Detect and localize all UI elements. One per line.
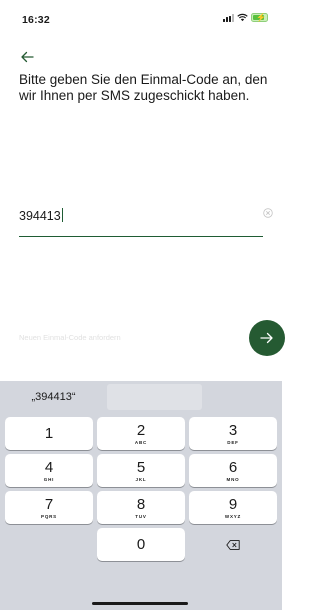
home-indicator [92,602,188,605]
status-icons: ⚡ [223,13,268,22]
backspace-icon [226,539,240,550]
status-bar: 16:32 ⚡ [0,0,282,34]
key-digit: 3 [228,421,238,439]
key-letters: TUV [135,513,147,519]
key-digit: 7 [44,495,54,513]
resend-code-link[interactable]: Neuen Einmal-Code anfordern [19,333,121,342]
arrow-right-icon [260,332,273,344]
instruction-text: Bitte geben Sie den Einmal-Code an, den … [19,72,268,103]
wifi-icon [237,13,248,22]
key-letters: ABC [134,439,148,445]
key-letters: PQRS [41,513,57,519]
key-digit: 2 [136,421,146,439]
key-digit: 9 [228,495,238,513]
key-digit: 6 [228,458,238,476]
key-digit: 4 [44,458,54,476]
key-letters: GHI [43,476,55,482]
key-digit: 8 [136,495,146,513]
key-letters: WXYZ [224,513,242,519]
numeric-keyboard: „394413“ 1 2 ABC 3 DEF 4 GHI 5 JKL 6 MNO… [0,381,282,610]
submit-button[interactable] [249,320,285,356]
key-digit: 5 [136,458,146,476]
signal-icon [223,13,234,22]
key-4[interactable]: 4 GHI [5,454,93,487]
key-6[interactable]: 6 MNO [189,454,277,487]
key-0[interactable]: 0 [97,528,185,561]
key-5[interactable]: 5 JKL [97,454,185,487]
suggestion-bar: „394413“ [0,381,282,413]
key-3[interactable]: 3 DEF [189,417,277,450]
otp-code-field[interactable]: 394413 [19,203,273,237]
key-7[interactable]: 7 PQRS [5,491,93,524]
suggestion-slot[interactable] [107,384,202,410]
key-letters: JKL [135,476,147,482]
arrow-left-icon [21,51,34,63]
back-button[interactable] [18,48,36,66]
key-letters: MNO [226,476,240,482]
key-8[interactable]: 8 TUV [97,491,185,524]
key-digit: 1 [44,424,54,442]
key-digit: 0 [136,535,146,553]
key-2[interactable]: 2 ABC [97,417,185,450]
otp-code-value[interactable]: 394413 [19,208,63,223]
autofill-suggestion[interactable]: „394413“ [0,381,107,413]
key-1[interactable]: 1 [5,417,93,450]
text-cursor [61,208,63,222]
key-letters: DEF [227,439,239,445]
key-9[interactable]: 9 WXYZ [189,491,277,524]
clear-circle-icon[interactable] [263,208,273,218]
delete-key[interactable] [189,528,277,561]
status-time: 16:32 [22,14,50,26]
battery-charging-icon: ⚡ [251,13,268,22]
